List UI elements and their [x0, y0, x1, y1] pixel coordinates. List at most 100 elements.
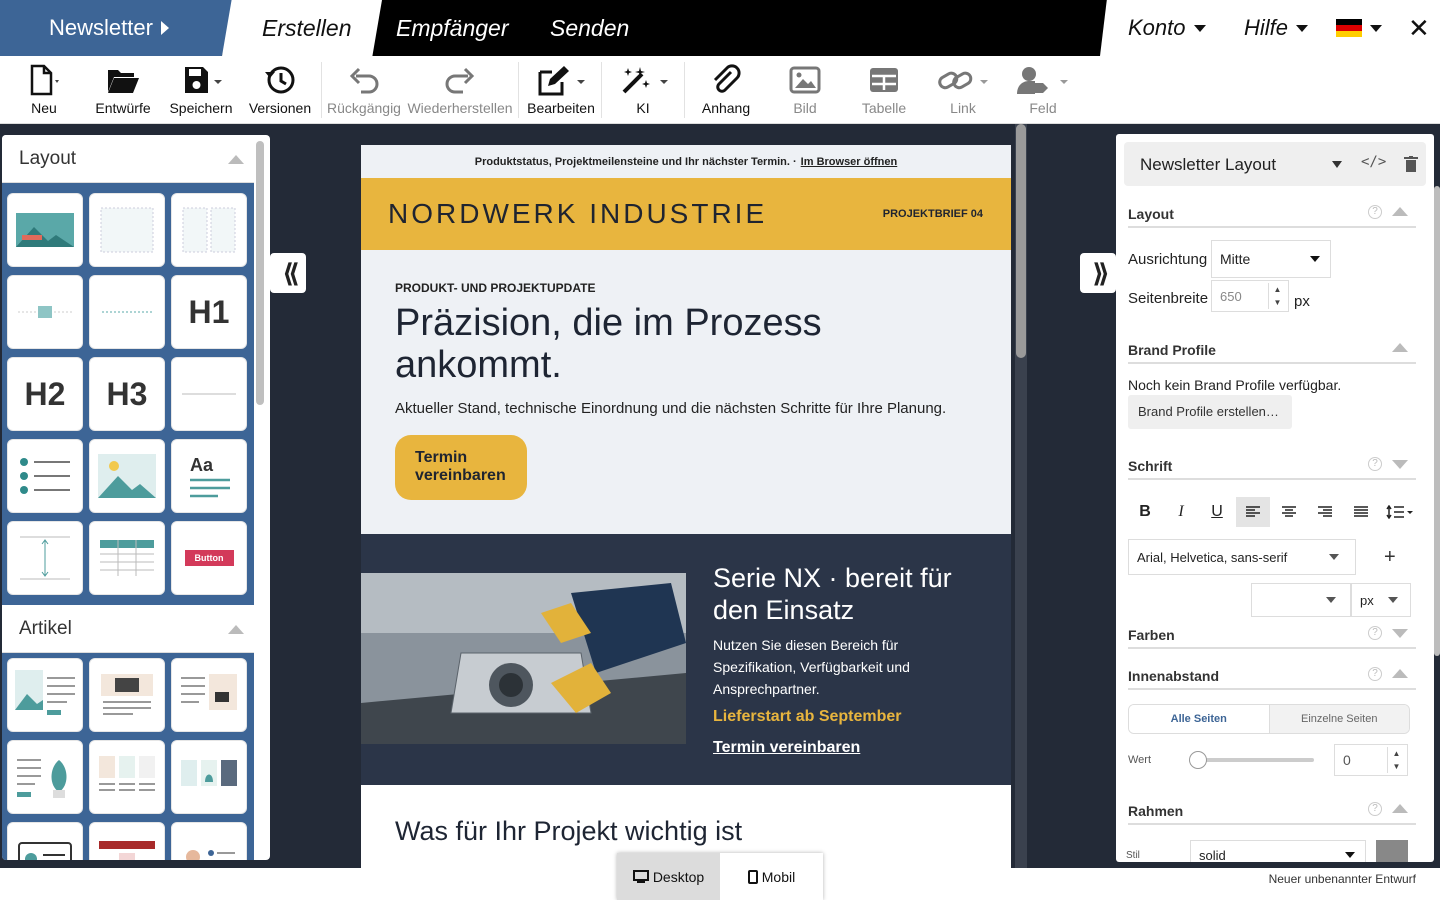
feature-section[interactable]: Serie NX · bereit für den Einsatz Nutzen… — [361, 534, 1011, 785]
block-image[interactable] — [89, 439, 165, 513]
article-shield[interactable] — [89, 822, 165, 860]
border-color-swatch[interactable] — [1376, 840, 1408, 862]
layout-section-header[interactable]: Layout — [2, 135, 254, 183]
article-gallery[interactable] — [171, 740, 247, 814]
create-brand-profile-button[interactable]: Brand Profile erstellen… — [1128, 395, 1292, 429]
align-right-button[interactable] — [1308, 497, 1342, 527]
line-height-button[interactable] — [1380, 497, 1420, 527]
layout-section-header[interactable]: Layout? — [1128, 200, 1416, 228]
justify-button[interactable] — [1344, 497, 1378, 527]
collapse-right-panel-button[interactable]: ⟩⟩ — [1080, 253, 1116, 293]
border-section-header[interactable]: Rahmen? — [1128, 797, 1416, 825]
article-laptop[interactable] — [89, 658, 165, 732]
panel-title[interactable]: Newsletter Layout — [1140, 155, 1276, 175]
help-icon[interactable]: ? — [1368, 457, 1382, 471]
block-h3[interactable]: H3 — [89, 357, 165, 431]
font-family-select[interactable]: Arial, Helvetica, sans-serif — [1128, 539, 1356, 575]
cta-button[interactable]: Termin vereinbaren — [395, 435, 527, 500]
padding-slider-track[interactable] — [1198, 758, 1314, 762]
padding-slider-handle[interactable] — [1189, 751, 1207, 769]
add-font-icon[interactable]: + — [1384, 546, 1396, 569]
field-button[interactable]: Feld — [1017, 56, 1068, 124]
article-card[interactable] — [7, 822, 83, 860]
canvas-scrollbar-thumb[interactable] — [1016, 124, 1026, 358]
chevron-down-icon[interactable] — [1332, 161, 1342, 168]
brand-profile-section-header[interactable]: Brand Profile — [1128, 336, 1416, 364]
chevron-up-icon[interactable] — [1392, 669, 1408, 678]
padding-single-sides-tab[interactable]: Einzelne Seiten — [1268, 705, 1409, 733]
stepper-icon[interactable]: ▲ ▼ — [1387, 747, 1405, 773]
drafts-button[interactable]: Entwürfe — [92, 56, 154, 124]
desktop-view-button[interactable]: Desktop — [617, 853, 720, 900]
close-icon[interactable]: ✕ — [1408, 0, 1430, 56]
trash-icon[interactable] — [1404, 156, 1418, 172]
border-style-select[interactable]: solid — [1190, 840, 1366, 862]
block-line[interactable] — [171, 357, 247, 431]
image-button[interactable]: Bild — [786, 56, 824, 124]
feature-link[interactable]: Termin vereinbaren — [713, 739, 860, 757]
block-container[interactable] — [89, 193, 165, 267]
block-table[interactable] — [89, 521, 165, 595]
font-unit-select[interactable]: px — [1351, 583, 1411, 617]
chevron-down-icon[interactable] — [1392, 460, 1408, 469]
hero-section[interactable]: PRODUKT- UND PROJEKTUPDATE Präzision, di… — [361, 250, 1011, 534]
tab-empfaenger[interactable]: Empfänger — [396, 0, 509, 56]
email-canvas[interactable]: Produktstatus, Projektmeilensteine und I… — [361, 145, 1011, 868]
article-image-left[interactable] — [7, 658, 83, 732]
align-center-button[interactable] — [1272, 497, 1306, 527]
padding-value-input[interactable]: 0 ▲ ▼ — [1334, 744, 1408, 776]
chevron-down-icon[interactable] — [1392, 629, 1408, 638]
versions-button[interactable]: Versionen — [246, 56, 314, 124]
colors-section-header[interactable]: Farben? — [1128, 621, 1416, 649]
chevron-up-icon[interactable] — [1392, 207, 1408, 216]
article-contact[interactable] — [171, 822, 247, 860]
link-button[interactable]: Link — [938, 56, 988, 124]
article-three-images[interactable] — [89, 740, 165, 814]
redo-button[interactable]: Wiederherstellen — [406, 56, 514, 124]
help-icon[interactable]: ? — [1368, 205, 1382, 219]
align-left-button[interactable] — [1236, 497, 1270, 527]
underline-button[interactable]: U — [1200, 497, 1234, 527]
article-section-header[interactable]: Artikel — [2, 605, 254, 653]
account-menu[interactable]: Konto — [1128, 0, 1206, 56]
help-icon[interactable]: ? — [1368, 667, 1382, 681]
padding-section-header[interactable]: Innenabstand? — [1128, 662, 1416, 690]
code-icon[interactable]: </> — [1361, 154, 1386, 170]
alignment-select[interactable]: Mitte — [1211, 240, 1331, 278]
help-icon[interactable]: ? — [1368, 626, 1382, 640]
block-h2[interactable]: H2 — [7, 357, 83, 431]
page-width-input[interactable]: 650 ▲ ▼ — [1211, 280, 1289, 312]
block-image-small[interactable] — [7, 275, 83, 349]
new-button[interactable]: Neu — [22, 56, 66, 124]
chevron-up-icon[interactable] — [1392, 343, 1408, 352]
block-two-columns[interactable] — [171, 193, 247, 267]
edit-button[interactable]: Bearbeiten — [525, 56, 597, 124]
stepper-icon[interactable]: ▲ ▼ — [1268, 283, 1286, 309]
browser-view-link[interactable]: Im Browser öffnen — [801, 156, 898, 168]
block-image-banner[interactable] — [7, 193, 83, 267]
language-menu[interactable] — [1336, 0, 1382, 56]
blocks-panel-scrollbar[interactable] — [256, 141, 264, 405]
help-icon[interactable]: ? — [1368, 802, 1382, 816]
font-section-header[interactable]: Schrift? — [1128, 452, 1416, 480]
help-menu[interactable]: Hilfe — [1244, 0, 1309, 56]
block-button[interactable]: Button — [171, 521, 247, 595]
email-header[interactable]: NORDWERK INDUSTRIE PROJEKTBRIEF 04 — [361, 178, 1011, 250]
article-image-right[interactable] — [171, 658, 247, 732]
attachment-button[interactable]: Anhang — [700, 56, 752, 124]
font-size-select[interactable] — [1251, 583, 1351, 617]
block-h1[interactable]: H1 — [171, 275, 247, 349]
table-button[interactable]: Tabelle — [860, 56, 908, 124]
bold-button[interactable]: B — [1128, 497, 1162, 527]
chevron-up-icon[interactable] — [1392, 804, 1408, 813]
save-button[interactable]: Speichern — [168, 56, 234, 124]
ai-button[interactable]: KI — [620, 56, 668, 124]
collapse-left-panel-button[interactable]: ⟨⟨ — [270, 253, 306, 293]
properties-panel-scrollbar[interactable] — [1434, 186, 1440, 656]
article-plant[interactable] — [7, 740, 83, 814]
tab-senden[interactable]: Senden — [550, 0, 629, 56]
app-menu-button[interactable]: Newsletter — [0, 0, 236, 56]
undo-button[interactable]: Rückgängig — [327, 56, 401, 124]
italic-button[interactable]: I — [1164, 497, 1198, 527]
block-checklist[interactable] — [7, 439, 83, 513]
